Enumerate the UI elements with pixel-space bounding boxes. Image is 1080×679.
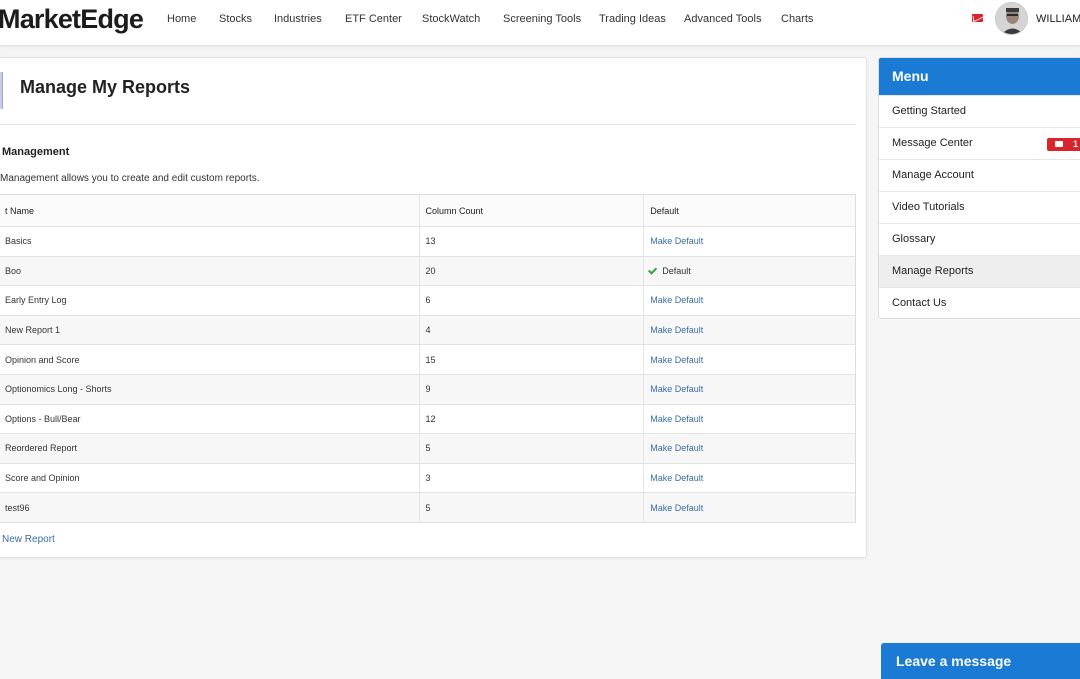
reports-table: t Name Column Count Default Basics 13 Ma… <box>0 194 856 523</box>
nav-item-advanced-tools[interactable]: Advanced Tools <box>684 13 761 25</box>
report-column-count: 5 <box>418 492 644 523</box>
report-column-count: 15 <box>418 344 644 375</box>
report-name[interactable]: test96 <box>0 492 419 523</box>
table-row: New Report 1 4 Make Default <box>0 315 856 346</box>
make-default-link[interactable]: Make Default <box>650 443 703 453</box>
menu-item-manage-account[interactable]: Manage Account <box>879 159 1080 191</box>
leave-message-button[interactable]: Leave a message <box>881 643 1080 679</box>
menu-item-label: Message Center <box>892 137 973 149</box>
menu-item-manage-reports[interactable]: Manage Reports <box>879 255 1080 287</box>
report-column-count: 20 <box>418 256 644 287</box>
table-row: Opinion and Score 15 Make Default <box>0 344 856 375</box>
menu-item-message-center[interactable]: Message Center 1 <box>879 127 1080 159</box>
menu-item-getting-started[interactable]: Getting Started <box>879 95 1080 127</box>
table-row: Options - Bull/Bear 12 Make Default <box>0 404 856 435</box>
top-navigation-bar: MarketEdge Home Stocks Industries ETF Ce… <box>0 0 1080 46</box>
column-header-default[interactable]: Default <box>643 194 856 227</box>
side-menu: Menu Getting Started Message Center 1 Ma… <box>878 57 1080 319</box>
nav-item-trading-ideas[interactable]: Trading Ideas <box>599 13 666 25</box>
menu-item-label: Video Tutorials <box>892 201 965 213</box>
message-count: 1 <box>1073 139 1079 149</box>
report-column-count: 12 <box>418 404 644 435</box>
nav-item-home[interactable]: Home <box>167 13 196 25</box>
message-count-badge[interactable]: 1 <box>1047 138 1080 151</box>
table-header-row: t Name Column Count Default <box>0 194 856 227</box>
new-report-link[interactable]: New Report <box>2 534 55 545</box>
menu-item-label: Manage Account <box>892 169 974 181</box>
column-header-count[interactable]: Column Count <box>418 194 644 227</box>
make-default-link[interactable]: Make Default <box>650 414 703 424</box>
mail-icon <box>1055 141 1063 147</box>
make-default-link[interactable]: Make Default <box>650 236 703 246</box>
report-column-count: 13 <box>418 226 644 257</box>
table-row: Basics 13 Make Default <box>0 226 856 257</box>
nav-item-industries[interactable]: Industries <box>274 13 322 25</box>
menu-item-video-tutorials[interactable]: Video Tutorials <box>879 191 1080 223</box>
report-column-count: 6 <box>418 285 644 316</box>
make-default-link[interactable]: Make Default <box>650 295 703 305</box>
menu-item-contact-us[interactable]: Contact Us <box>879 287 1080 318</box>
report-name[interactable]: Score and Opinion <box>0 463 419 494</box>
table-row: test96 5 Make Default <box>0 492 856 523</box>
column-header-name[interactable]: t Name <box>0 194 419 227</box>
report-column-count: 5 <box>418 433 644 464</box>
default-label: Default <box>662 265 691 276</box>
menu-header: Menu <box>879 58 1080 95</box>
report-column-count: 9 <box>418 374 644 405</box>
page-title: Manage My Reports <box>20 77 191 97</box>
table-row: Score and Opinion 3 Make Default <box>0 463 856 494</box>
report-name[interactable]: Options - Bull/Bear <box>0 404 419 435</box>
brand-logo[interactable]: MarketEdge <box>0 4 144 35</box>
nav-item-etf-center[interactable]: ETF Center <box>345 13 402 25</box>
user-name[interactable]: WILLIAM <box>1036 13 1080 25</box>
report-name[interactable]: Reordered Report <box>0 433 419 464</box>
table-row: Optionomics Long - Shorts 9 Make Default <box>0 374 856 405</box>
report-column-count: 4 <box>418 315 644 346</box>
nav-item-screening-tools[interactable]: Screening Tools <box>503 13 581 25</box>
report-name[interactable]: Optionomics Long - Shorts <box>0 374 419 405</box>
nav-item-stocks[interactable]: Stocks <box>219 13 252 25</box>
title-divider <box>0 124 856 125</box>
make-default-link[interactable]: Make Default <box>650 325 703 335</box>
menu-item-label: Getting Started <box>892 105 966 117</box>
table-row: Early Entry Log 6 Make Default <box>0 285 856 316</box>
report-name[interactable]: New Report 1 <box>0 315 419 346</box>
make-default-link[interactable]: Make Default <box>650 355 703 365</box>
menu-item-label: Manage Reports <box>892 265 974 277</box>
report-name[interactable]: Opinion and Score <box>0 344 419 375</box>
check-icon <box>648 265 658 275</box>
mail-icon[interactable] <box>972 14 983 22</box>
report-name[interactable]: Early Entry Log <box>0 285 419 316</box>
table-row: Reordered Report 5 Make Default <box>0 433 856 464</box>
table-row: Boo 20 Default <box>0 256 856 287</box>
menu-item-glossary[interactable]: Glossary <box>879 223 1080 255</box>
report-column-count: 3 <box>418 463 644 494</box>
make-default-link[interactable]: Make Default <box>650 473 703 483</box>
make-default-link[interactable]: Make Default <box>650 384 703 394</box>
nav-item-charts[interactable]: Charts <box>781 13 813 25</box>
nav-item-stockwatch[interactable]: StockWatch <box>422 13 480 25</box>
report-name[interactable]: Basics <box>0 226 419 257</box>
report-name[interactable]: Boo <box>0 256 419 287</box>
title-accent-bar <box>0 72 3 109</box>
avatar-icon <box>996 3 1027 34</box>
section-description: Management allows you to create and edit… <box>0 173 260 184</box>
avatar[interactable] <box>995 2 1028 35</box>
section-heading: Management <box>2 146 70 158</box>
menu-item-label: Glossary <box>892 233 936 245</box>
make-default-link[interactable]: Make Default <box>650 503 703 513</box>
menu-item-label: Contact Us <box>892 297 947 309</box>
